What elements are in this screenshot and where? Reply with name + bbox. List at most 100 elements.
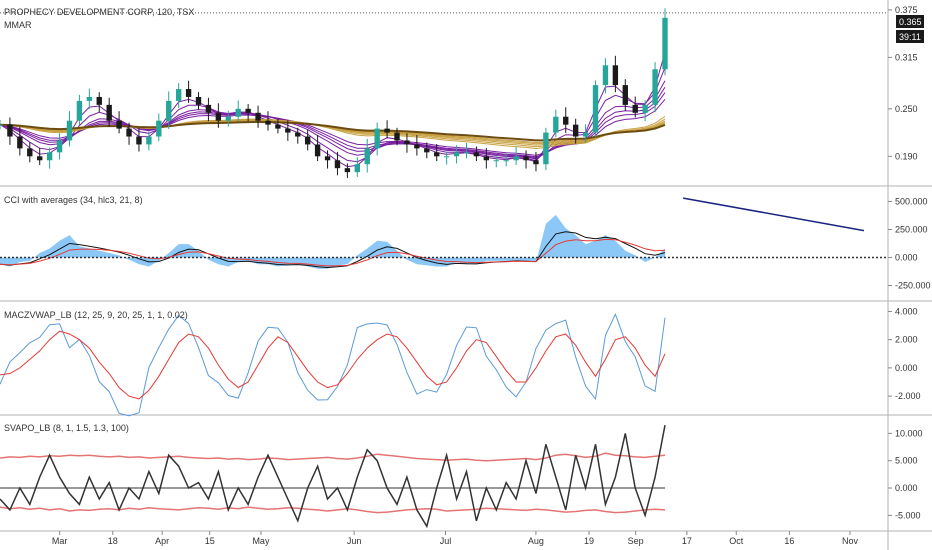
candle-body: [354, 164, 361, 173]
candle-body: [453, 152, 460, 157]
candle-body: [324, 156, 331, 161]
candle-body: [166, 100, 172, 121]
candle-body: [275, 124, 281, 129]
candle-body: [106, 104, 112, 121]
candle-body: [344, 168, 351, 173]
candle-body: [483, 156, 490, 161]
candle-body: [622, 85, 628, 105]
y-tick-label: -5.000: [895, 510, 921, 520]
candle-body: [17, 136, 23, 149]
y-tick-label: 500.000: [895, 196, 928, 206]
candle-body: [384, 128, 390, 133]
y-tick-label: 10.000: [895, 428, 923, 438]
candle-body: [66, 120, 73, 141]
candle-body: [285, 128, 291, 133]
candle-body: [632, 104, 638, 113]
candle-body: [493, 160, 499, 162]
candle-body: [205, 104, 212, 113]
candle-body: [116, 120, 122, 129]
candle-body: [37, 156, 43, 161]
macz-y-axis: 4.000 2.000 0.000 -2.000: [888, 306, 921, 401]
candle-body: [374, 128, 380, 149]
candle-body: [523, 156, 529, 161]
candle-body: [602, 65, 609, 86]
svapo-marks: [0, 425, 666, 529]
candle-body: [394, 132, 400, 141]
x-tick-label: May: [252, 536, 270, 546]
y-tick-label: 0.250: [895, 104, 918, 114]
candle-body: [443, 156, 450, 158]
x-tick-label: 15: [205, 536, 215, 546]
candle-body: [0, 124, 3, 126]
candle-body: [592, 85, 599, 133]
x-tick-label: Oct: [729, 536, 744, 546]
candle-body: [245, 108, 251, 113]
candle-body: [563, 116, 569, 125]
candle-body: [96, 96, 102, 105]
macz-title: MACZVWAP_LB (12, 25, 9, 20, 25, 1, 1, 0.…: [4, 310, 188, 320]
svapo-pane: 10.000 5.000 0.000 -5.000 SVAPO_LB (8, 1, 1…: [0, 423, 923, 529]
x-tick-label: 19: [584, 536, 594, 546]
cci-marks: [0, 197, 888, 269]
candle-body: [146, 136, 152, 145]
candle-body: [46, 152, 53, 161]
cci-title: CCI with averages (34, hlc3, 21, 8): [4, 195, 143, 205]
candle-body: [364, 148, 370, 165]
y-tick-label: 250.000: [895, 224, 928, 234]
candle-body: [314, 144, 321, 157]
y-tick-label: 0.000: [895, 253, 918, 263]
candle-body: [265, 120, 271, 125]
x-tick-label: Apr: [155, 536, 169, 546]
macz-signal-line: [0, 330, 666, 400]
y-tick-label: 0.190: [895, 151, 918, 161]
pane-frames: [0, 0, 932, 550]
candle-body: [652, 69, 658, 105]
x-tick-label: 16: [784, 536, 794, 546]
candle-body: [582, 132, 589, 137]
candle-body: [156, 120, 162, 137]
macz-line: [0, 313, 666, 417]
candle-body: [295, 132, 301, 137]
last-price-badge: 0.365: [896, 15, 924, 28]
y-tick-label: 2.000: [895, 335, 918, 345]
cci-pane: 500.000 250.000 0.000 -250.000 CCI with ave…: [0, 195, 931, 291]
candle-body: [175, 89, 182, 101]
candle-body: [572, 124, 579, 137]
macz-pane: 4.000 2.000 0.000 -2.000 MACZVWAP_LB (12, 2…: [0, 306, 921, 417]
macz-marks: [0, 313, 666, 417]
overlay-label: MMAR: [4, 20, 32, 30]
svapo-y-axis: 10.000 5.000 0.000 -5.000: [888, 428, 923, 520]
candle-body: [185, 89, 192, 97]
candle-body: [86, 96, 93, 101]
time-x-axis: Mar 18 Apr 15 May Jun Jul Aug 19 Sep 17 Oct 16 Nov: [52, 531, 858, 546]
y-tick-label: 4.000: [895, 306, 918, 316]
svapo-title: SVAPO_LB (8, 1, 1.5, 1.3, 100): [4, 423, 129, 433]
candle-body: [136, 136, 142, 145]
candle-body: [27, 148, 33, 157]
last-price-label: 0.365: [899, 17, 922, 27]
svapo-upper-band: [0, 452, 666, 462]
candle-body: [225, 116, 231, 121]
y-tick-label: -250.000: [895, 281, 931, 291]
candle-body: [424, 148, 430, 153]
y-tick-label: 5.000: [895, 456, 918, 466]
candle-body: [513, 156, 519, 161]
candle-body: [543, 132, 549, 165]
candle-body: [126, 128, 132, 137]
candle-body: [473, 152, 480, 157]
price-marks: [0, 8, 888, 179]
y-tick-label: 0.000: [895, 363, 918, 373]
candle-body: [642, 104, 648, 113]
x-tick-label: Sep: [628, 536, 644, 546]
cci-area: [0, 214, 665, 269]
x-tick-label: 18: [108, 536, 118, 546]
price-pane: 0.375 0.315 0.250 0.190 PROPHECY DEVELOPMEN…: [0, 5, 924, 179]
x-tick-label: 17: [682, 536, 692, 546]
candle-body: [215, 112, 222, 121]
candle-body: [304, 136, 311, 145]
x-tick-label: Aug: [528, 536, 544, 546]
candle-body: [434, 152, 440, 157]
chart-title: PROPHECY DEVELOPMENT CORP, 120, TSX: [4, 7, 194, 17]
candle-body: [463, 152, 470, 154]
candle-body: [235, 108, 241, 117]
